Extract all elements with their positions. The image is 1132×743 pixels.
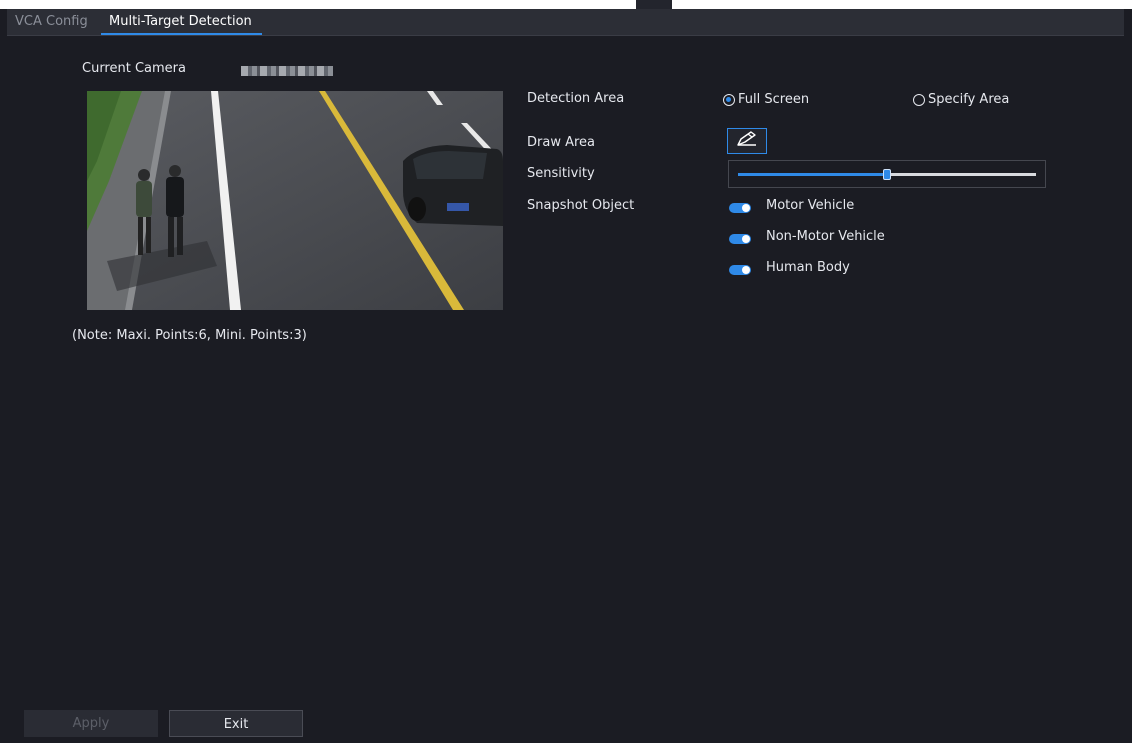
slider-fill <box>738 173 887 176</box>
road-scene-image <box>87 91 503 310</box>
radio-full-screen-label: Full Screen <box>738 92 810 107</box>
tab-vca-config[interactable]: VCA Config <box>15 9 88 35</box>
snapshot-object-label: Snapshot Object <box>527 198 635 213</box>
apply-button[interactable]: Apply <box>24 710 158 737</box>
slider-thumb[interactable] <box>883 169 891 180</box>
detection-area-label: Detection Area <box>527 91 625 106</box>
camera-preview[interactable] <box>87 91 503 310</box>
slider-track <box>738 169 1036 180</box>
top-strip <box>0 0 1132 9</box>
radio-circle <box>913 93 925 106</box>
non-motor-vehicle-label: Non-Motor Vehicle <box>766 229 885 244</box>
top-marker <box>636 0 672 9</box>
motor-vehicle-label: Motor Vehicle <box>766 198 855 213</box>
human-body-label: Human Body <box>766 260 850 275</box>
camera-name-obscured <box>241 66 333 76</box>
sensitivity-slider[interactable] <box>728 160 1046 188</box>
tab-multi-target-detection[interactable]: Multi-Target Detection <box>101 9 262 35</box>
toggle-human-body[interactable] <box>729 265 751 275</box>
pencil-icon <box>734 131 760 151</box>
radio-specify-area-label: Specify Area <box>928 92 1010 107</box>
exit-button[interactable]: Exit <box>169 710 303 737</box>
radio-full-screen[interactable]: Full Screen <box>723 92 809 107</box>
tab-bar: VCA Config Multi-Target Detection <box>7 9 1124 36</box>
sensitivity-label: Sensitivity <box>527 166 595 181</box>
radio-specify-area[interactable]: Specify Area <box>913 92 1009 107</box>
current-camera-label: Current Camera <box>82 61 186 76</box>
toggle-motor-vehicle[interactable] <box>729 203 751 213</box>
draw-area-label: Draw Area <box>527 135 596 150</box>
points-note: (Note: Maxi. Points:6, Mini. Points:3) <box>72 328 307 343</box>
toggle-non-motor-vehicle[interactable] <box>729 234 751 244</box>
radio-circle <box>723 93 735 106</box>
draw-area-button[interactable] <box>727 128 767 154</box>
config-window: VCA Config Multi-Target Detection Curren… <box>7 9 1124 743</box>
